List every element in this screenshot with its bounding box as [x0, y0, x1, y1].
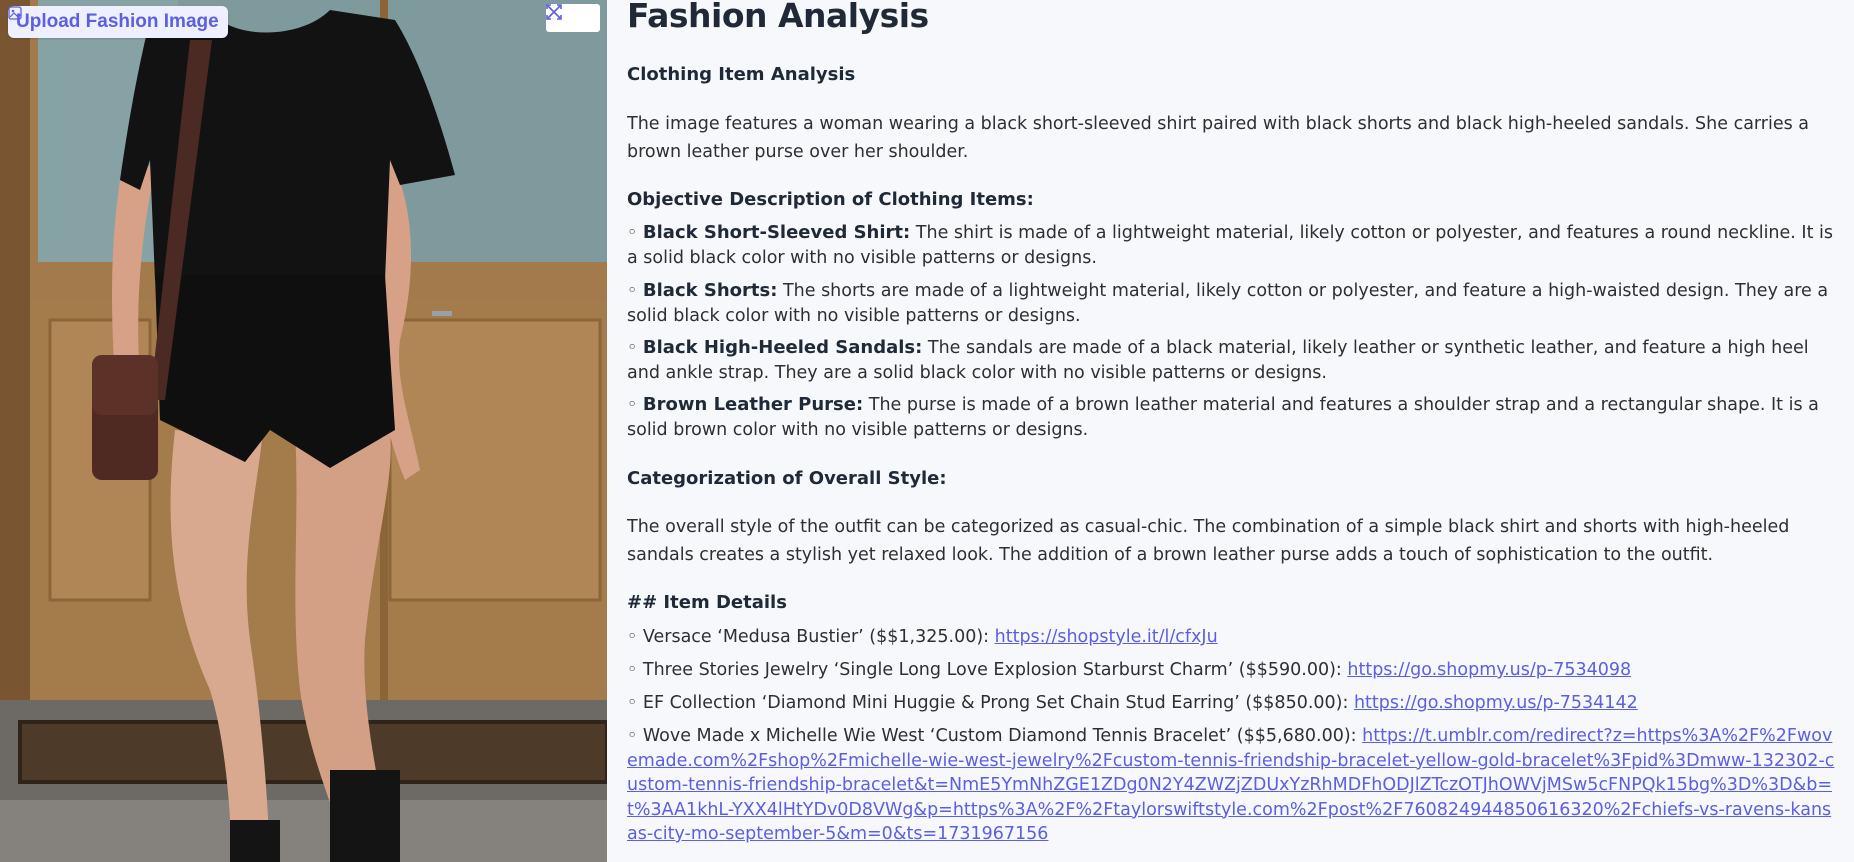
item-name: Black Shorts: [642, 280, 778, 301]
item-name: Brown Leather Purse: [642, 394, 864, 415]
style-paragraph: The overall style of the outfit can be c… [627, 517, 1790, 565]
detail-text: ◦ Three Stories Jewelry ‘Single Long Lov… [627, 660, 1348, 680]
item-description: The shorts are made of a lightweight mat… [627, 281, 1829, 326]
bullet-icon: ◦ [627, 338, 638, 358]
product-link[interactable]: https://shopstyle.it/l/cfxJu [995, 627, 1218, 647]
intro-paragraph: The image features a woman wearing a bla… [627, 114, 1810, 162]
list-item: ◦ Black High-Heeled Sandals: The sandals… [627, 336, 1837, 385]
image-toolbar [546, 4, 600, 32]
list-item: ◦ Black Short-Sleeved Shirt: The shirt i… [627, 221, 1837, 270]
close-button[interactable] [547, 5, 597, 28]
detail-text: ◦ Versace ‘Medusa Bustier’ ($$1,325.00): [627, 627, 995, 647]
bullet-icon: ◦ [627, 395, 638, 415]
product-link[interactable]: https://go.shopmy.us/p-7534098 [1347, 660, 1631, 680]
bullet-icon: ◦ [627, 223, 638, 243]
image-icon [8, 6, 22, 20]
bullet-icon: ◦ [627, 281, 638, 301]
style-heading: Categorization of Overall Style: [627, 468, 947, 489]
list-item: ◦ Versace ‘Medusa Bustier’ ($$1,325.00):… [627, 625, 1837, 650]
list-item: ◦ Black Shorts: The shorts are made of a… [627, 279, 1837, 328]
item-name: Black High-Heeled Sandals: [642, 337, 923, 358]
upload-image-label: Upload Fashion Image [16, 11, 219, 32]
fashion-photo [0, 0, 607, 862]
fashion-image-panel: Upload Fashion Image [0, 0, 607, 862]
objective-heading: Objective Description of Clothing Items: [627, 189, 1034, 210]
list-item: ◦ Brown Leather Purse: The purse is made… [627, 393, 1837, 442]
close-icon [547, 5, 561, 19]
list-item: ◦ Three Stories Jewelry ‘Single Long Lov… [627, 658, 1837, 683]
item-name: Black Short-Sleeved Shirt: [642, 222, 911, 243]
upload-image-button[interactable]: Upload Fashion Image [8, 6, 228, 38]
page-title: Fashion Analysis [627, 0, 929, 35]
item-details-heading: ## Item Details [627, 592, 787, 613]
detail-text: ◦ Wove Made x Michelle Wie West ‘Custom … [627, 726, 1363, 746]
clothing-analysis-heading: Clothing Item Analysis [627, 64, 856, 85]
list-item: ◦ EF Collection ‘Diamond Mini Huggie & P… [627, 691, 1837, 716]
product-link[interactable]: https://go.shopmy.us/p-7534142 [1354, 693, 1638, 713]
detail-text: ◦ EF Collection ‘Diamond Mini Huggie & P… [627, 693, 1354, 713]
list-item: ◦ Wove Made x Michelle Wie West ‘Custom … [627, 724, 1837, 847]
analysis-panel: Fashion Analysis Clothing Item Analysis … [627, 0, 1837, 862]
